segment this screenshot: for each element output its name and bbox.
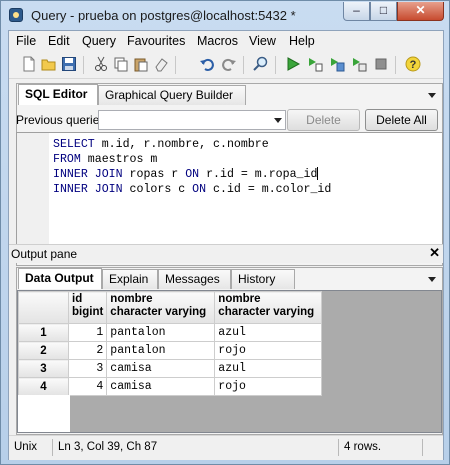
editor-gutter (17, 133, 49, 246)
explain-icon[interactable] (307, 56, 323, 72)
cell-id[interactable]: 3 (67, 359, 108, 378)
client-area: File Edit Query Favourites Macros View H… (8, 30, 444, 460)
output-pane-header: Output pane ✕ (9, 244, 443, 263)
status-os: Unix (14, 441, 38, 453)
menu-view[interactable]: View (249, 34, 276, 48)
cell-nombre-ropa[interactable]: pantalon (106, 323, 216, 342)
toolbar-separator (275, 56, 276, 74)
cell-id[interactable]: 1 (67, 323, 108, 342)
status-bar: Unix Ln 3, Col 39, Ch 87 4 rows. (9, 435, 443, 460)
close-button[interactable]: ✕ (397, 2, 444, 21)
text-cursor (317, 167, 319, 181)
delete-button[interactable]: Delete (287, 109, 360, 131)
row-number[interactable]: 2 (18, 341, 69, 360)
row-number[interactable]: 4 (18, 377, 69, 396)
pgadmin-app-icon (9, 8, 23, 22)
clear-icon[interactable] (153, 56, 169, 72)
paste-icon[interactable] (133, 56, 149, 72)
status-cursor-position: Ln 3, Col 39, Ch 87 (58, 441, 158, 453)
sql-line: INNER JOIN ropas r ON r.id = m.ropa_id (53, 167, 319, 181)
row-number[interactable]: 3 (18, 359, 69, 378)
find-icon[interactable] (253, 56, 269, 72)
menu-file[interactable]: File (16, 34, 36, 48)
table-row[interactable]: 2 2 pantalon rojo (18, 341, 323, 360)
save-icon[interactable] (61, 56, 77, 72)
execute-pgscript-icon[interactable] (351, 56, 367, 72)
table-row[interactable]: 4 4 camisa rojo (18, 377, 323, 396)
execute-to-file-icon[interactable] (329, 56, 345, 72)
help-icon[interactable]: ? (405, 56, 421, 72)
svg-text:?: ? (410, 59, 417, 71)
menu-help[interactable]: Help (289, 34, 315, 48)
delete-all-button[interactable]: Delete All (365, 109, 438, 131)
column-header[interactable]: id bigint (67, 291, 108, 324)
row-number-header (18, 291, 69, 324)
status-divider (422, 439, 423, 456)
data-output-grid[interactable]: id bigint nombre character varying nombre c… (17, 290, 442, 433)
new-file-icon[interactable] (21, 56, 37, 72)
tab-history[interactable]: History (231, 269, 295, 289)
toolbar-separator (175, 56, 176, 74)
copy-icon[interactable] (113, 56, 129, 72)
tab-sql-editor[interactable]: SQL Editor (18, 84, 98, 105)
cell-nombre-color[interactable]: azul (214, 359, 323, 378)
row-header-filler (18, 395, 70, 432)
toolbar-separator (243, 56, 244, 74)
table-row[interactable]: 1 1 pantalon azul (18, 323, 323, 342)
cell-id[interactable]: 4 (67, 377, 108, 396)
output-pane-title: Output pane (11, 247, 78, 261)
result-table: id bigint nombre character varying nombre c… (18, 291, 323, 396)
menu-favourites[interactable]: Favourites (127, 34, 185, 48)
cut-icon[interactable] (93, 56, 109, 72)
open-folder-icon[interactable] (41, 56, 57, 72)
tab-list-dropdown-icon[interactable] (428, 93, 436, 98)
sql-editor[interactable]: SELECT m.id, r.nombre, c.nombre FROM mae… (16, 132, 443, 262)
cell-nombre-ropa[interactable]: camisa (106, 359, 216, 378)
cell-nombre-ropa[interactable]: pantalon (106, 341, 216, 360)
toolbar-separator (83, 56, 84, 74)
toolbar-separator (395, 56, 396, 74)
status-divider (338, 439, 339, 456)
tab-explain[interactable]: Explain (102, 269, 158, 289)
redo-icon[interactable] (221, 56, 237, 72)
execute-icon[interactable] (285, 56, 301, 72)
menu-bar: File Edit Query Favourites Macros View H… (9, 31, 443, 51)
previous-queries-label: Previous queries (16, 113, 106, 127)
sql-line: FROM maestros m (53, 153, 158, 166)
menu-macros[interactable]: Macros (197, 34, 238, 48)
toolbar: ? (9, 52, 443, 79)
chevron-down-icon (274, 118, 282, 123)
query-window: Query - prueba on postgres@localhost:543… (0, 0, 450, 465)
previous-queries-select[interactable] (98, 110, 286, 130)
undo-icon[interactable] (199, 56, 215, 72)
close-output-pane-icon[interactable]: ✕ (429, 245, 440, 261)
maximize-button[interactable]: □ (370, 2, 397, 21)
table-header-row: id bigint nombre character varying nombre c… (18, 291, 323, 324)
table-row[interactable]: 3 3 camisa azul (18, 359, 323, 378)
cell-nombre-color[interactable]: rojo (214, 377, 323, 396)
row-number[interactable]: 1 (18, 323, 69, 342)
cell-nombre-color[interactable]: azul (214, 323, 323, 342)
window-title: Query - prueba on postgres@localhost:543… (31, 8, 296, 23)
column-header[interactable]: nombre character varying (106, 291, 216, 324)
sql-line: SELECT m.id, r.nombre, c.nombre (53, 138, 269, 151)
cell-nombre-color[interactable]: rojo (214, 341, 323, 360)
title-bar[interactable]: Query - prueba on postgres@localhost:543… (1, 1, 449, 30)
stop-icon[interactable] (373, 56, 389, 72)
cell-id[interactable]: 2 (67, 341, 108, 360)
tab-messages[interactable]: Messages (158, 269, 231, 289)
status-row-count: 4 rows. (344, 441, 382, 453)
tab-data-output[interactable]: Data Output (18, 268, 102, 289)
tab-graphical-query-builder[interactable]: Graphical Query Builder (98, 85, 246, 105)
status-divider (52, 439, 53, 456)
cell-nombre-ropa[interactable]: camisa (106, 377, 216, 396)
menu-query[interactable]: Query (82, 34, 116, 48)
output-tab-list-dropdown-icon[interactable] (428, 277, 436, 282)
sql-line: INNER JOIN colors c ON c.id = m.color_id (53, 183, 332, 196)
column-header[interactable]: nombre character varying (214, 291, 323, 324)
menu-edit[interactable]: Edit (48, 34, 70, 48)
minimize-button[interactable]: – (343, 2, 370, 21)
